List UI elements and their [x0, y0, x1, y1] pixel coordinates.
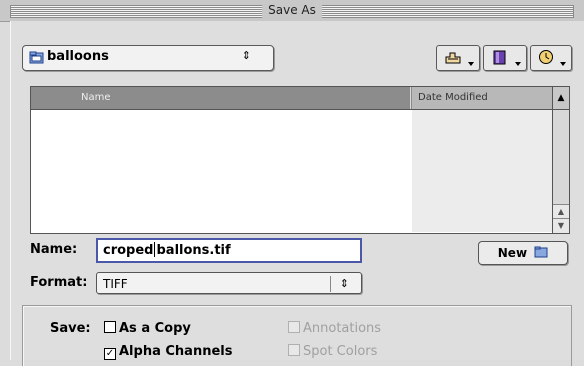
format-popup[interactable]: TIFF ⇕: [96, 272, 362, 294]
scroll-down-arrow-icon[interactable]: ▼: [553, 218, 569, 233]
sort-order-button[interactable]: ▲: [552, 87, 569, 109]
name-value-before: croped: [103, 243, 154, 258]
window-title: Save As: [262, 2, 322, 19]
popup-arrows-icon: ⇕: [339, 277, 349, 290]
checkbox-box: [288, 344, 300, 356]
file-list-header: Name Date Modified ▲: [31, 87, 569, 110]
spot-colors-label: Spot Colors: [303, 344, 378, 359]
format-value: TIFF: [103, 277, 128, 291]
annotations-label: Annotations: [303, 321, 382, 336]
column-header-name[interactable]: Name: [31, 87, 411, 109]
file-list[interactable]: Name Date Modified ▲ ▲ ▼: [30, 86, 570, 234]
checkmark-icon: ✓: [104, 348, 116, 360]
name-field[interactable]: croped ballons.tif: [96, 238, 362, 263]
folder-popup-label: balloons: [47, 49, 109, 64]
alpha-channels-checkbox[interactable]: ✓ Alpha Channels: [104, 344, 232, 360]
clock-icon: [539, 50, 553, 64]
format-label: Format:: [30, 275, 88, 290]
checkbox-box: [104, 321, 116, 333]
alpha-channels-label: Alpha Channels: [119, 344, 233, 359]
shortcuts-button[interactable]: [436, 45, 480, 71]
annotations-checkbox: Annotations: [288, 321, 381, 336]
new-button-label: New: [497, 246, 528, 260]
save-options-label: Save:: [50, 321, 91, 336]
title-bar[interactable]: Save As: [0, 0, 584, 22]
name-label: Name:: [30, 242, 78, 257]
dropdown-arrow-icon: [560, 62, 566, 66]
hand-icon: [445, 52, 461, 64]
dropdown-arrow-icon: [515, 62, 521, 66]
date-column: [412, 110, 552, 232]
spot-colors-checkbox: Spot Colors: [288, 344, 377, 359]
as-a-copy-label: As a Copy: [119, 321, 191, 336]
new-folder-button[interactable]: New: [478, 241, 568, 265]
folder-popup[interactable]: balloons ⇕: [22, 45, 274, 71]
recent-button[interactable]: [530, 45, 572, 71]
dropdown-arrow-icon: [468, 62, 474, 66]
popup-divider: [330, 276, 331, 292]
new-folder-icon: [534, 246, 548, 258]
popup-arrows-icon: ⇕: [241, 49, 251, 62]
as-a-copy-checkbox[interactable]: As a Copy: [104, 321, 191, 336]
folder-icon: [29, 51, 44, 64]
name-value-after: ballons.tif: [156, 243, 231, 258]
favorites-button[interactable]: [483, 45, 527, 71]
scroll-up-arrow-icon[interactable]: ▲: [553, 204, 569, 219]
column-header-date[interactable]: Date Modified: [412, 87, 552, 109]
checkbox-box: [288, 321, 300, 333]
vertical-scrollbar[interactable]: ▲ ▼: [552, 110, 569, 233]
book-icon: [493, 50, 506, 65]
